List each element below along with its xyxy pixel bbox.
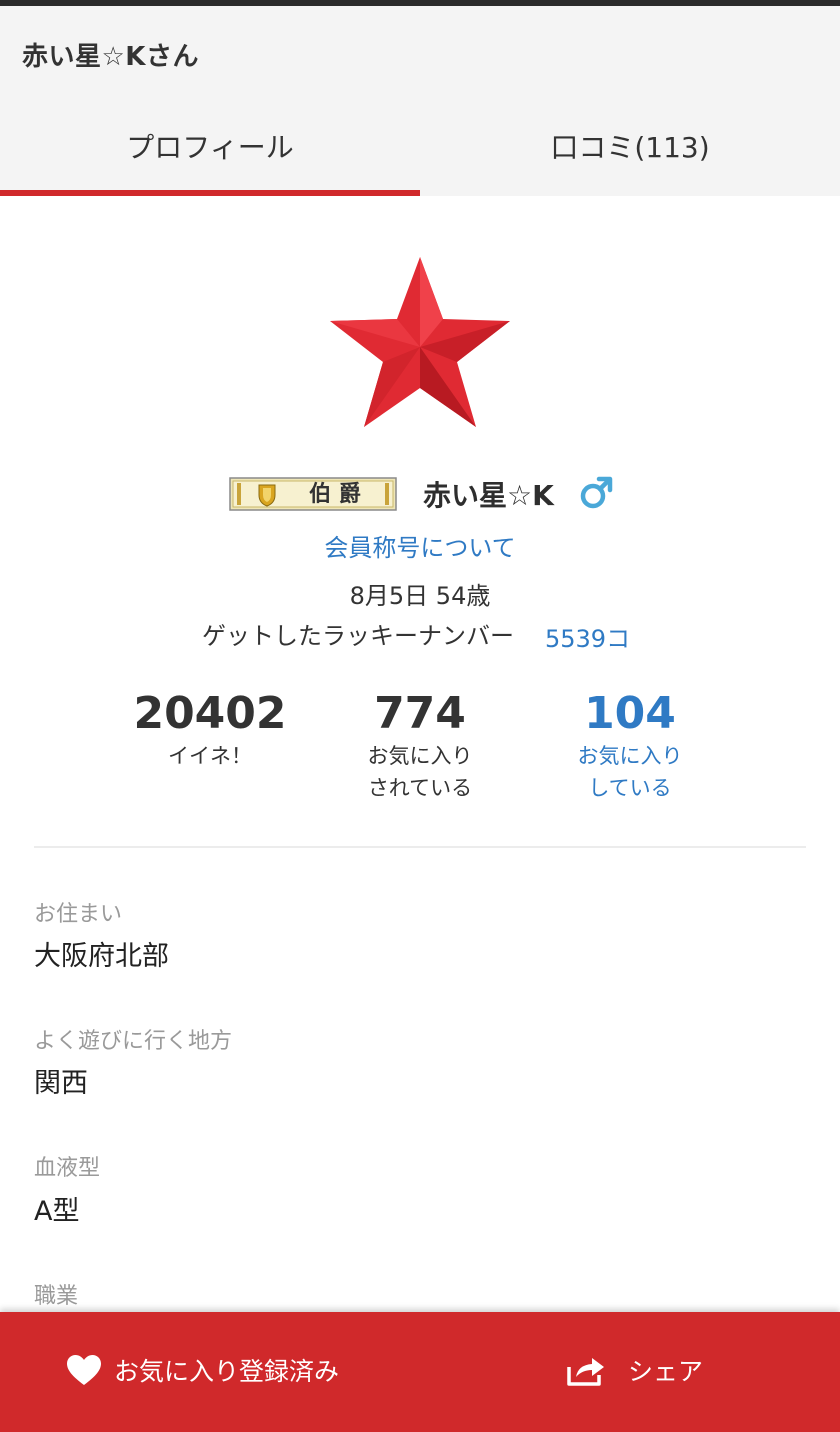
- blood-type-value: A型: [34, 1196, 80, 1227]
- stat-favorited-by-label: お気に入り されている: [367, 744, 473, 800]
- share-icon: [567, 1358, 604, 1386]
- active-tab-indicator: [0, 190, 420, 196]
- favorite-button-label: お気に入り登録済み: [114, 1357, 340, 1386]
- stat-likes-value: 20402: [133, 688, 287, 739]
- heart-icon: [67, 1355, 101, 1385]
- stat-favorited-by: 774 お気に入り されている: [310, 688, 530, 804]
- page-title: 赤い星☆Kさん: [22, 42, 199, 72]
- bottom-action-bar: お気に入り登録済み シェア: [0, 1312, 840, 1432]
- stat-likes-label: イイネ！: [168, 744, 252, 768]
- share-button[interactable]: シェア: [566, 1340, 703, 1400]
- frequent-area-label: よく遊びに行く地方: [34, 1029, 233, 1054]
- lucky-number-label: ゲットしたラッキーナンバー: [202, 622, 514, 650]
- blood-type-label: 血液型: [34, 1156, 101, 1181]
- share-button-label: シェア: [628, 1357, 704, 1386]
- stat-following-value[interactable]: 104: [520, 688, 740, 740]
- lucky-number-link[interactable]: 5539コ: [545, 619, 630, 654]
- stat-likes: 20402 イイネ！: [100, 688, 320, 772]
- stat-following[interactable]: 104 お気に入り している: [520, 688, 740, 804]
- member-rank-link[interactable]: 会員称号について: [0, 528, 840, 563]
- occupation-label: 職業: [34, 1284, 79, 1309]
- app-header: 赤い星☆Kさん プロフィール 口コミ(113): [0, 6, 840, 196]
- tab-profile[interactable]: プロフィール: [0, 126, 420, 166]
- frequent-area-value: 関西: [34, 1068, 88, 1099]
- male-icon: [580, 476, 613, 509]
- birthday-age: 8月5日 54歳: [349, 582, 491, 610]
- stat-favorited-by-value: 774: [374, 688, 466, 739]
- tab-reviews[interactable]: 口コミ(113): [420, 126, 840, 166]
- rank-badge-label: 伯 爵: [309, 481, 361, 507]
- red-star-icon: [330, 257, 510, 427]
- favorite-button[interactable]: お気に入り登録済み: [66, 1340, 339, 1400]
- residence-value: 大阪府北部: [34, 941, 169, 972]
- username: 赤い星☆K: [423, 479, 554, 512]
- section-divider: [34, 846, 806, 848]
- residence-label: お住まい: [34, 902, 123, 927]
- stat-following-label[interactable]: お気に入り している: [520, 740, 740, 804]
